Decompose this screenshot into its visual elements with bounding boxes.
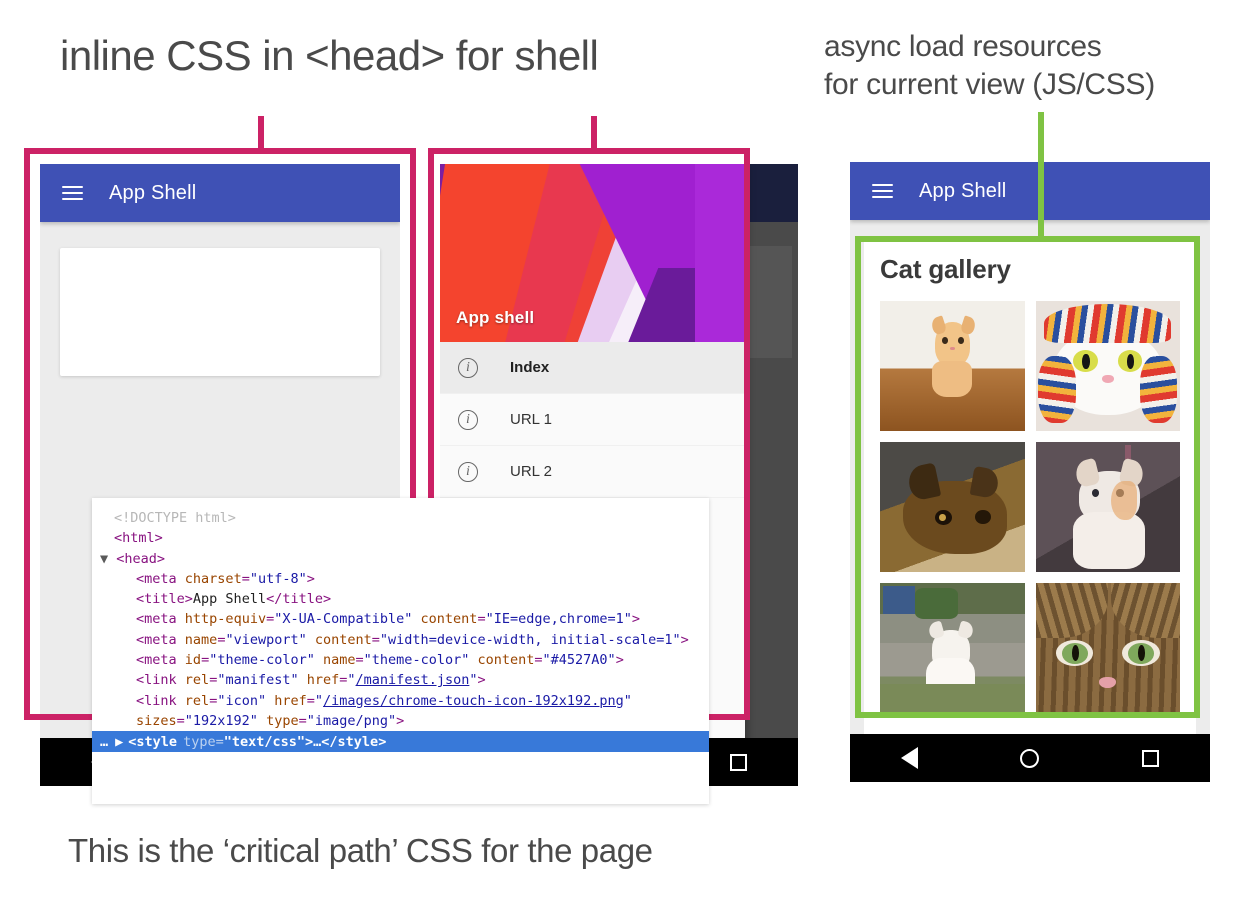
code-token-tag: meta: [144, 632, 177, 648]
code-token-doctype: <!DOCTYPE html>: [114, 510, 236, 526]
annotation-stem-shell: [258, 116, 264, 154]
code-token-attr: content: [477, 652, 534, 668]
slide-canvas: inline CSS in <head> for shell async loa…: [0, 0, 1249, 923]
collapse-triangle-icon[interactable]: ▼: [100, 551, 108, 567]
page-title-right: async load resources for current view (J…: [824, 28, 1155, 104]
code-token-title-text: App Shell: [193, 591, 266, 607]
back-triangle-icon[interactable]: [901, 747, 918, 769]
code-token-tag: title: [282, 591, 323, 607]
code-line-title: <title>App Shell</title>: [92, 589, 709, 609]
code-token-attr: type: [266, 713, 299, 729]
code-token-value: "IE=edge,chrome=1": [486, 611, 632, 627]
recents-square-icon[interactable]: [730, 754, 747, 771]
code-token-tag: style: [136, 732, 177, 752]
code-token-value: "image/png": [307, 713, 396, 729]
code-token-href-link[interactable]: /manifest.json: [356, 672, 470, 688]
code-line-html: <html>: [92, 528, 709, 548]
code-token-value: "X-UA-Compatible": [274, 611, 412, 627]
code-line-meta-charset: <meta charset="utf-8">: [92, 569, 709, 589]
code-line-meta-theme: <meta id="theme-color" name="theme-color…: [92, 650, 709, 670]
code-line-link-icon: <link rel="icon" href="/images/chrome-to…: [92, 691, 709, 732]
code-token-attr: rel: [185, 672, 209, 688]
code-token-value: "icon": [217, 693, 266, 709]
code-token-attr: charset: [185, 571, 242, 587]
devtools-code-panel[interactable]: <!DOCTYPE html> <html> ▼ <head> <meta ch…: [92, 498, 709, 804]
code-token-attr: href: [274, 693, 307, 709]
code-line-meta-compat: <meta http-equiv="X-UA-Compatible" conte…: [92, 609, 709, 629]
code-token-tag: link: [144, 672, 177, 688]
code-token-attr: type: [183, 732, 216, 752]
code-line-style-selected[interactable]: … ▶ <style type="text/css">…</style>: [92, 731, 709, 752]
android-navbar-right: [850, 734, 1210, 782]
code-token-attr: id: [185, 652, 201, 668]
code-token-attr: rel: [185, 693, 209, 709]
annotation-stem-content: [1038, 112, 1044, 242]
code-token-html-open: <html>: [114, 530, 163, 546]
code-token-href-link[interactable]: /images/chrome-touch-icon-192x192.png: [323, 693, 624, 709]
annotation-stem-drawer: [591, 116, 597, 154]
page-title-left: inline CSS in <head> for shell: [60, 32, 598, 80]
code-line-link-manifest: <link rel="manifest" href="/manifest.jso…: [92, 670, 709, 690]
code-token-attr: http-equiv: [185, 611, 266, 627]
code-token-attr: href: [307, 672, 340, 688]
overflow-dots-icon[interactable]: …: [92, 732, 115, 752]
code-token-value: "manifest": [217, 672, 298, 688]
code-token-tag: meta: [144, 652, 177, 668]
code-token-value: "text/css": [224, 732, 305, 752]
code-token-attr: content: [421, 611, 478, 627]
code-token-tag: link: [144, 693, 177, 709]
code-token-attr: content: [315, 632, 372, 648]
expand-triangle-icon[interactable]: ▶: [115, 732, 128, 752]
home-circle-icon[interactable]: [1020, 749, 1039, 768]
code-token-ellipsis: …: [313, 732, 321, 752]
code-token-value: "utf-8": [250, 571, 307, 587]
code-token-tag: meta: [144, 611, 177, 627]
title-right-line2: for current view (JS/CSS): [824, 66, 1155, 104]
code-token-value: "viewport": [225, 632, 306, 648]
title-right-line1: async load resources: [824, 28, 1155, 66]
code-line-doctype: <!DOCTYPE html>: [92, 508, 709, 528]
code-line-meta-viewport: <meta name="viewport" content="width=dev…: [92, 630, 709, 650]
code-token-tag: title: [144, 591, 185, 607]
code-token-attr: sizes: [136, 713, 177, 729]
code-token-value: "#4527A0": [543, 652, 616, 668]
code-token-attr: name: [323, 652, 356, 668]
code-token-value: "width=device-width, initial-scale=1": [380, 632, 681, 648]
recents-square-icon[interactable]: [1142, 750, 1159, 767]
app-bar-title: App Shell: [919, 180, 1006, 203]
hamburger-icon[interactable]: [872, 184, 893, 198]
code-line-head[interactable]: ▼ <head>: [92, 549, 709, 569]
app-bar-right: App Shell: [850, 162, 1210, 220]
annotation-box-content: [855, 236, 1200, 718]
code-token-head-open: <head>: [116, 551, 165, 567]
code-token-attr: name: [185, 632, 218, 648]
code-token-tag: style: [338, 732, 379, 752]
code-token-value: "theme-color": [364, 652, 470, 668]
code-token-value: "192x192": [185, 713, 258, 729]
code-token-tag: meta: [144, 571, 177, 587]
bottom-caption: This is the ‘critical path’ CSS for the …: [68, 832, 653, 870]
code-token-value: "theme-color": [209, 652, 315, 668]
